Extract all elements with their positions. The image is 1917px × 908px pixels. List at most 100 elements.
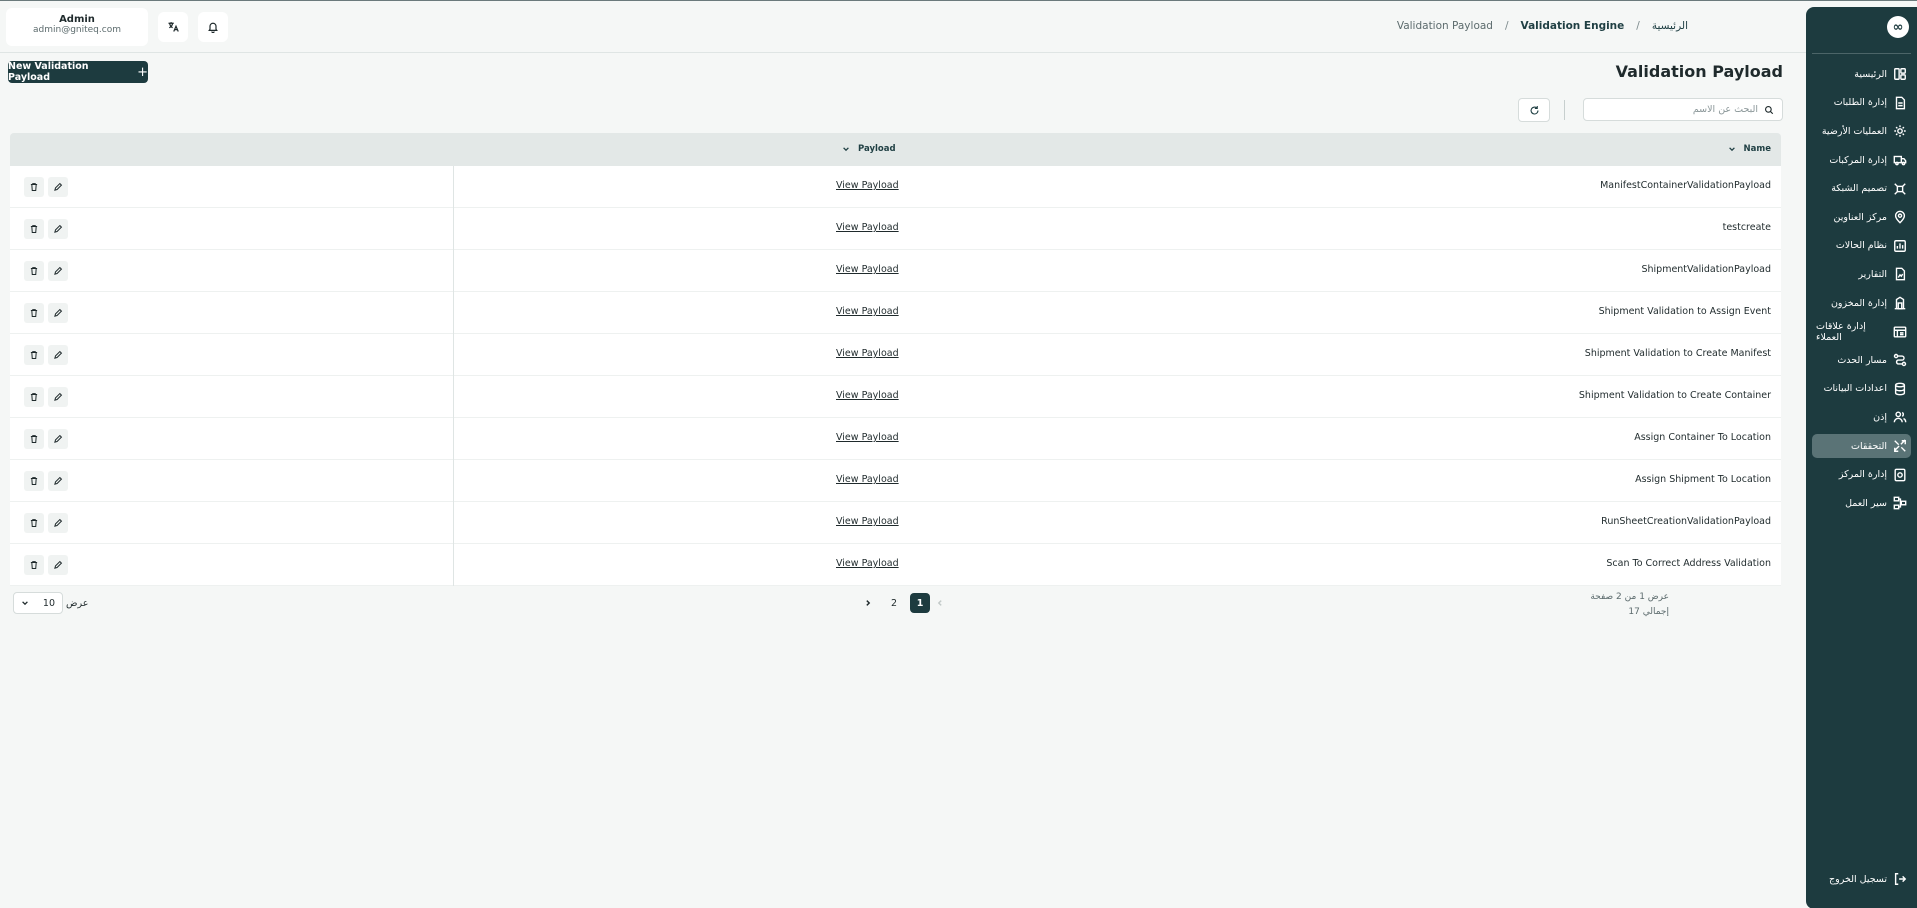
breadcrumb-separator: / [1636, 20, 1640, 32]
view-payload-link[interactable]: View Payload [836, 348, 899, 359]
logo[interactable]: ∞ [1806, 7, 1917, 47]
sidebar-item-label: سير العمل [1845, 497, 1887, 509]
delete-button[interactable] [24, 177, 44, 197]
delete-button[interactable] [24, 513, 44, 533]
sidebar-item-network[interactable]: تصميم الشبكة [1812, 177, 1911, 201]
refresh-button[interactable] [1518, 98, 1550, 122]
sidebar-item-label: مركز العناوين [1833, 211, 1887, 223]
sidebar-item-label: مسار الحدث [1837, 354, 1887, 366]
view-payload-link[interactable]: View Payload [836, 474, 899, 485]
sidebar-item-layout[interactable]: الرئيسية [1812, 62, 1911, 86]
column-header-payload[interactable]: Payload [842, 144, 896, 154]
sidebar-item-users[interactable]: إذن [1812, 405, 1911, 429]
delete-button[interactable] [24, 219, 44, 239]
sidebar-item-crm[interactable]: إدارة علاقات العملاء [1812, 320, 1911, 344]
trash-icon [30, 519, 38, 527]
edit-button[interactable] [48, 345, 68, 365]
edit-button[interactable] [48, 219, 68, 239]
edit-button[interactable] [48, 471, 68, 491]
next-page-button[interactable] [858, 593, 878, 613]
sidebar-item-event-path[interactable]: مسار الحدث [1812, 348, 1911, 372]
sidebar-item-ground-ops[interactable]: العمليات الأرضية [1812, 119, 1911, 143]
page-info-line1: عرض 1 من 2 صفحة [1590, 592, 1669, 602]
sidebar-item-orders[interactable]: إدارة الطلبات [1812, 91, 1911, 115]
page-1-button[interactable]: 1 [910, 593, 930, 613]
view-payload-link[interactable]: View Payload [836, 264, 899, 275]
column-payload-label: Payload [858, 144, 896, 154]
breadcrumb-home[interactable]: الرئيسية [1652, 20, 1688, 32]
search-box[interactable] [1583, 98, 1783, 121]
column-header-name[interactable]: Name [1728, 144, 1771, 154]
edit-button[interactable] [48, 555, 68, 575]
new-validation-payload-button[interactable]: New Validation Payload + [8, 61, 148, 83]
view-payload-link[interactable]: View Payload [836, 222, 899, 233]
sidebar-item-status[interactable]: نظام الحالات [1812, 234, 1911, 258]
sidebar-item-label: إدارة الطلبات [1833, 97, 1887, 109]
sidebar-item-label: تصميم الشبكة [1831, 183, 1887, 195]
sidebar-item-truck[interactable]: إدارة المركبات [1812, 148, 1911, 172]
sidebar-item-label: الرئيسية [1854, 68, 1887, 80]
event-path-icon [1893, 353, 1907, 367]
column-separator [453, 502, 454, 544]
sidebar-item-label: التحققات [1851, 440, 1887, 452]
page-size-select[interactable]: 10 [13, 592, 63, 614]
sidebar-item-reports[interactable]: التقارير [1812, 262, 1911, 286]
toolbar-divider [1564, 100, 1565, 120]
view-payload-link[interactable]: View Payload [836, 516, 899, 527]
edit-button[interactable] [48, 513, 68, 533]
logout-icon [1893, 872, 1907, 886]
column-separator [453, 334, 454, 376]
trash-icon [30, 351, 38, 359]
table-row: Assign Shipment To Location View Payload [10, 460, 1781, 502]
row-name: Assign Container To Location [1634, 432, 1771, 443]
logout-button[interactable]: تسجيل الخروج [1812, 867, 1911, 891]
translate-icon [168, 22, 179, 32]
edit-button[interactable] [48, 261, 68, 281]
prev-page-button[interactable] [930, 593, 950, 613]
pagination: 10 عرض 2 1 عرض 1 من 2 صفحة إجمالي 17 [0, 592, 1806, 622]
pencil-icon [54, 224, 63, 233]
row-name: RunSheetCreationValidationPayload [1601, 516, 1771, 527]
ground-ops-icon [1893, 124, 1907, 138]
view-payload-link[interactable]: View Payload [836, 306, 899, 317]
notifications-button[interactable] [198, 12, 228, 42]
delete-button[interactable] [24, 429, 44, 449]
translate-button[interactable] [158, 12, 188, 42]
view-payload-link[interactable]: View Payload [836, 180, 899, 191]
sidebar-item-hub[interactable]: إدارة المركز [1812, 463, 1911, 487]
delete-button[interactable] [24, 345, 44, 365]
breadcrumb-separator: / [1504, 20, 1509, 32]
sidebar-item-workflow[interactable]: سير العمل [1812, 491, 1911, 515]
sidebar-item-database[interactable]: اعدادات البيانات [1812, 377, 1911, 401]
row-name: Shipment Validation to Create Container [1578, 390, 1771, 401]
page-2-button[interactable]: 2 [884, 593, 904, 613]
view-payload-link[interactable]: View Payload [836, 390, 899, 401]
sidebar-item-inventory[interactable]: إدارة المخزون [1812, 291, 1911, 315]
view-payload-link[interactable]: View Payload [836, 432, 899, 443]
refresh-icon [1530, 105, 1538, 115]
edit-button[interactable] [48, 387, 68, 407]
view-payload-link[interactable]: View Payload [836, 558, 899, 569]
user-email: admin@gniteq.com [33, 25, 121, 35]
edit-button[interactable] [48, 303, 68, 323]
search-icon [1765, 105, 1774, 114]
column-separator [453, 544, 454, 586]
delete-button[interactable] [24, 261, 44, 281]
user-profile[interactable]: Admin admin@gniteq.com [6, 8, 148, 46]
logout-label: تسجيل الخروج [1829, 873, 1887, 885]
edit-button[interactable] [48, 429, 68, 449]
delete-button[interactable] [24, 303, 44, 323]
trash-icon [30, 267, 38, 275]
delete-button[interactable] [24, 555, 44, 575]
sidebar-item-address[interactable]: مركز العناوين [1812, 205, 1911, 229]
sidebar-item-validation[interactable]: التحققات [1812, 434, 1911, 459]
pencil-icon [54, 308, 63, 317]
page-size-label: عرض [66, 598, 89, 609]
delete-button[interactable] [24, 471, 44, 491]
breadcrumb-validation-engine[interactable]: Validation Engine [1521, 20, 1625, 32]
search-input[interactable] [1608, 104, 1758, 115]
edit-button[interactable] [48, 177, 68, 197]
breadcrumb: الرئيسية / Validation Engine / Validatio… [1397, 20, 1688, 32]
pencil-icon [54, 434, 63, 443]
delete-button[interactable] [24, 387, 44, 407]
